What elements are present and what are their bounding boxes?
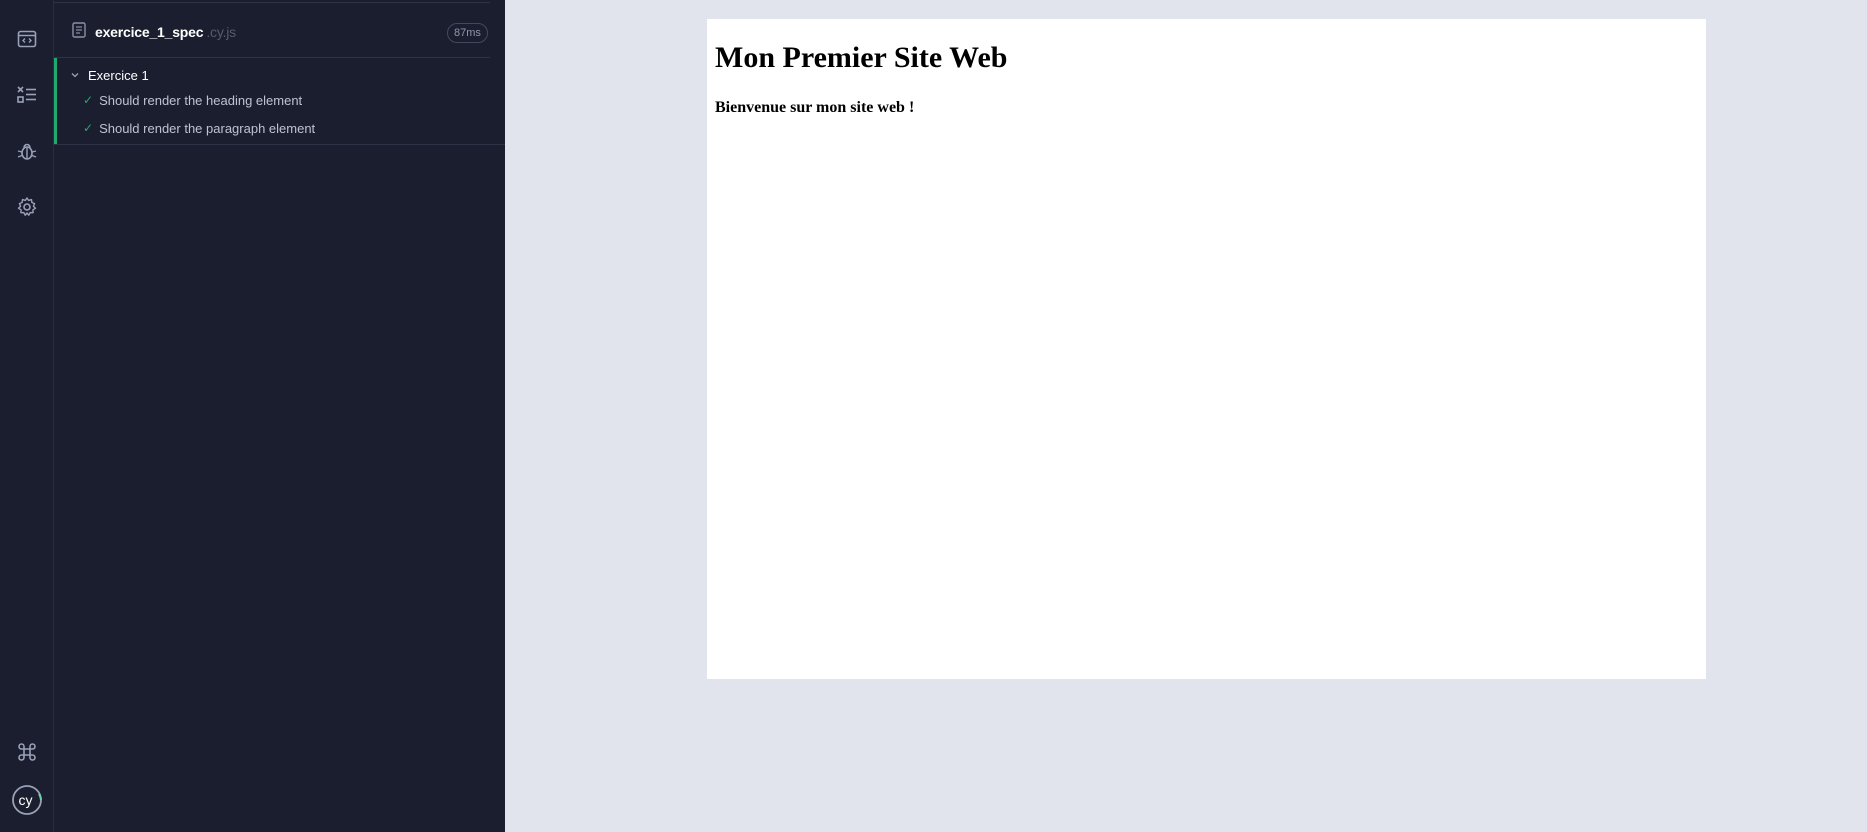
nav-debug-button[interactable]	[0, 131, 54, 171]
aut-viewport: Mon Premier Site Web Bienvenue sur mon s…	[506, 3, 1867, 832]
nav-specs-button[interactable]	[0, 19, 54, 59]
chevron-down-icon	[71, 73, 79, 78]
spec-file-name[interactable]: exercice_1_spec .cy.js	[95, 24, 236, 40]
cypress-logo-button[interactable]: cy	[0, 780, 54, 820]
test-suite: Exercice 1 ✓ Should render the heading e…	[54, 58, 505, 145]
test-title: Should render the paragraph element	[99, 120, 316, 136]
spec-file-basename: exercice_1_spec	[95, 24, 204, 40]
aut-paragraph: Bienvenue sur mon site web !	[715, 99, 915, 116]
test-row[interactable]: ✓ Should render the heading element	[83, 89, 302, 111]
suite-title: Exercice 1	[88, 67, 149, 83]
suite-toggle[interactable]: Exercice 1	[70, 65, 149, 85]
cypress-logo-icon: cy	[12, 785, 42, 815]
bug-icon	[17, 143, 37, 160]
code-window-icon	[17, 30, 37, 48]
test-row[interactable]: ✓ Should render the paragraph element	[83, 117, 315, 139]
duration-badge: 87ms	[447, 23, 488, 43]
aut-iframe: Mon Premier Site Web Bienvenue sur mon s…	[707, 19, 1706, 679]
checkmark-icon: ✓	[83, 93, 94, 107]
checkmark-icon: ✓	[83, 121, 94, 135]
reporter-panel: exercice_1_spec .cy.js 87ms Exercice 1 ✓ …	[54, 0, 505, 832]
suite-pass-indicator	[54, 58, 57, 144]
spec-header: exercice_1_spec .cy.js 87ms	[54, 2, 490, 58]
nav-settings-button[interactable]	[0, 187, 54, 227]
nav-runs-button[interactable]	[0, 75, 54, 115]
command-icon	[18, 743, 36, 761]
nav-rail: cy	[0, 0, 54, 832]
spec-file-extension: .cy.js	[206, 24, 236, 40]
gear-icon	[17, 197, 37, 216]
keyboard-shortcuts-button[interactable]	[0, 732, 54, 772]
svg-text:cy: cy	[19, 792, 33, 808]
checklist-icon	[17, 86, 36, 103]
test-title: Should render the heading element	[99, 92, 303, 108]
aut-heading: Mon Premier Site Web	[715, 41, 1008, 74]
document-icon	[72, 22, 86, 38]
